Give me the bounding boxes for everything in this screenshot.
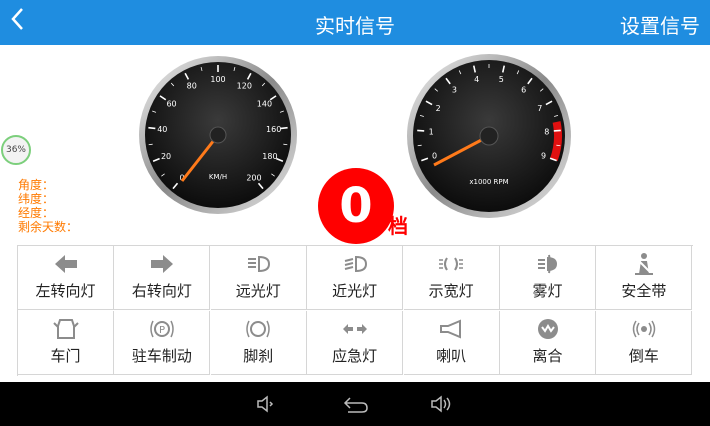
tachometer-gauge: 0 1 2 3 4 5 6 7 8 9 x1000 RPM	[407, 54, 571, 218]
signal-item: 喇叭	[403, 311, 500, 375]
right-turn-arrow-icon	[150, 255, 173, 273]
signal-item: 离合	[500, 311, 596, 375]
gauge-tick-label: 20	[161, 152, 171, 161]
gauge-tick	[417, 144, 422, 147]
position-light-icon	[439, 257, 464, 271]
signal-item: 左转向灯	[18, 246, 114, 310]
signal-label: 车门	[50, 347, 81, 365]
high-beam-icon	[248, 255, 271, 273]
signal-label: 示宽灯	[428, 282, 474, 300]
foot-brake-icon	[246, 320, 271, 338]
back-icon[interactable]	[342, 394, 370, 414]
signal-label: 安全带	[621, 282, 667, 300]
parking-brake-icon: P	[150, 320, 174, 338]
gauge-tick	[556, 144, 561, 147]
gauge-tick-label: 100	[210, 75, 225, 84]
gauge-tick-label: 8	[544, 127, 549, 136]
signal-item: 应急灯	[307, 311, 404, 375]
gear-value: 0	[318, 168, 394, 244]
location-info: 角度： 纬度： 经度： 剩余天数：	[18, 178, 78, 234]
volume-up-icon[interactable]	[430, 394, 454, 414]
signal-grid: 左转向灯 右转向灯 远光灯 近光灯 示宽灯 雾灯 安全带车门 P 驻车制动 脚刹 应急灯 喇叭 离合 倒车	[17, 245, 693, 376]
longitude-label: 经度：	[18, 206, 55, 220]
signal-label: 倒车	[628, 347, 659, 365]
signal-label: 远光灯	[235, 282, 281, 300]
remaining-days-label: 剩余天数：	[18, 220, 79, 234]
angle-label: 角度：	[18, 178, 55, 192]
volume-down-icon[interactable]	[256, 394, 278, 414]
gauge-tick-label: 60	[166, 99, 176, 108]
signal-item: 脚刹	[210, 311, 307, 375]
gauge-tick-label: 6	[521, 85, 526, 94]
signal-label: 脚刹	[243, 347, 274, 365]
tachometer-unit: x1000 RPM	[469, 178, 508, 186]
signal-item: 安全带	[596, 246, 693, 310]
signal-label: 右转向灯	[131, 282, 192, 300]
signal-item: 示宽灯	[403, 246, 500, 310]
settings-signal-button[interactable]: 设置信号	[620, 10, 700, 39]
gauge-tick-label: 120	[237, 81, 252, 90]
gauge-tick	[283, 143, 288, 146]
signal-item: 车门	[18, 311, 114, 375]
signal-item: 远光灯	[210, 246, 307, 310]
gauge-tick-label: 2	[436, 104, 441, 113]
horn-icon	[440, 319, 462, 339]
gauge-tick	[148, 126, 156, 130]
top-bar: 实时信号 设置信号	[0, 0, 710, 45]
battery-indicator: 36%	[1, 135, 31, 165]
speedometer-unit: KM/H	[209, 173, 227, 181]
gauge-tick	[417, 129, 425, 132]
gauge-tick-label: 1	[429, 127, 434, 136]
latitude-label: 纬度：	[18, 192, 55, 206]
signal-label: 雾灯	[532, 282, 563, 300]
seatbelt-icon	[634, 253, 653, 275]
gear-label: 档	[388, 214, 408, 238]
signal-item: 倒车	[596, 311, 693, 375]
low-beam-icon	[344, 255, 367, 273]
signal-item: 近光灯	[307, 246, 404, 310]
signal-label: 左转向灯	[35, 282, 96, 300]
speedometer-gauge: 020406080100120140160180200 KM/H	[139, 56, 297, 214]
gauge-tick	[280, 126, 288, 130]
system-nav-bar	[0, 382, 710, 426]
gauge-tick-label: 9	[541, 152, 546, 161]
signal-label: 近光灯	[332, 282, 378, 300]
gauge-tick-label: 3	[452, 85, 457, 94]
signal-item: P 驻车制动	[114, 311, 211, 375]
signal-label: 驻车制动	[131, 347, 192, 365]
gauge-tick-label: 200	[246, 174, 261, 183]
reverse-icon	[632, 320, 656, 338]
gauge-tick-label: 80	[187, 81, 197, 90]
clutch-icon	[537, 319, 558, 339]
svg-text:P: P	[159, 325, 165, 336]
car-door-icon	[52, 319, 79, 339]
gauge-tick-label: 160	[266, 125, 281, 134]
page-title: 实时信号	[315, 14, 395, 38]
gauge-tick	[553, 129, 561, 132]
gauge-tick-label: 7	[537, 104, 542, 113]
signal-label: 离合	[532, 347, 563, 365]
gauge-tick-label: 4	[474, 75, 479, 84]
signal-label: 应急灯	[332, 347, 378, 365]
left-turn-arrow-icon	[54, 255, 77, 273]
signal-item: 雾灯	[500, 246, 596, 310]
gauge-tick-label: 180	[262, 152, 277, 161]
signal-item: 右转向灯	[114, 246, 211, 310]
gauge-tick-label: 5	[499, 75, 504, 84]
hazard-light-icon	[342, 324, 367, 334]
gauge-tick-label: 140	[257, 99, 272, 108]
gauge-tick	[148, 143, 153, 146]
gauge-tick-label: 40	[157, 125, 167, 134]
signal-label: 喇叭	[436, 347, 467, 365]
gauge-tick-label: 0	[432, 152, 437, 161]
fog-light-icon	[537, 254, 557, 274]
